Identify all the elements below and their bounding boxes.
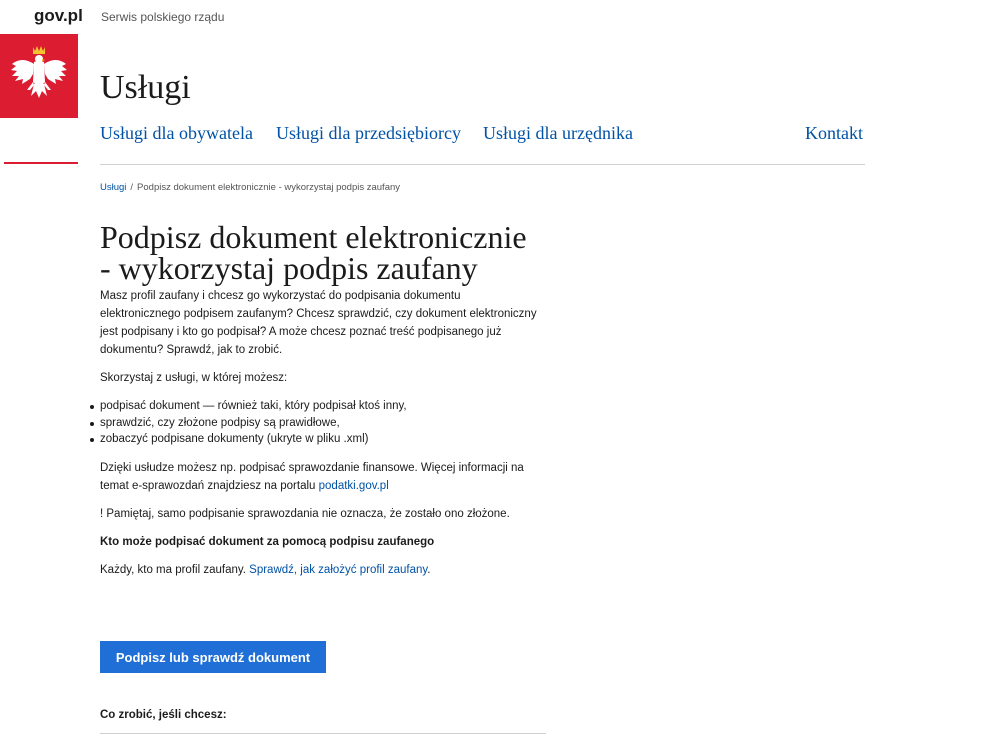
reminder-paragraph: ! Pamiętaj, samo podpisanie sprawozdania… [100,507,510,520]
top-bar: gov.pl Serwis polskiego rządu [0,0,1000,34]
page-title: Podpisz dokument elektronicznie - wykorz… [100,219,527,286]
features-list: podpisać dokument — również taki, który … [90,398,550,448]
site-tagline: Serwis polskiego rządu [101,10,225,24]
who-can-sign-heading: Kto może podpisać dokument za pomocą pod… [100,535,435,548]
nav-divider [100,164,865,165]
how-to-create-profile-link[interactable]: Sprawdź, jak założyć profil zaufany [249,564,427,576]
breadcrumb-link-uslugi[interactable]: Usługi [100,182,126,193]
who-can-sign-paragraph: Każdy, kto ma profil zaufany. Sprawdź, j… [100,561,550,579]
main-navigation: Usługi dla obywatela Usługi dla przedsię… [100,123,865,147]
info-text: Dzięki usłudze możesz np. podpisać spraw… [100,461,524,492]
gov-pl-logo[interactable]: gov.pl [34,6,83,26]
list-item: podpisać dokument — również taki, który … [90,398,550,415]
nav-item-obywatel[interactable]: Usługi dla obywatela [100,123,253,144]
nav-item-urzednik[interactable]: Usługi dla urzędnika [483,123,633,144]
info-paragraph: Dzięki usłudze możesz np. podpisać spraw… [100,459,550,495]
site-title: Usługi [100,69,191,106]
list-item: sprawdzić, czy złożone podpisy są prawid… [90,415,550,432]
sign-or-verify-button[interactable]: Podpisz lub sprawdź dokument [100,641,326,673]
list-item: zobaczyć podpisane dokumenty (ukryte w p… [90,431,550,448]
what-to-do-heading: Co zrobić, jeśli chcesz: [100,709,227,721]
brand-accent-line [4,162,78,164]
breadcrumb-separator: / [130,182,134,193]
podatki-link[interactable]: podatki.gov.pl [319,480,389,492]
nav-item-kontakt[interactable]: Kontakt [805,123,863,144]
section-divider [100,733,546,734]
features-lead: Skorzystaj z usługi, w której możesz: [100,372,288,384]
breadcrumb-current: Podpisz dokument elektronicznie - wykorz… [137,182,401,193]
who-end: . [427,563,431,576]
polish-eagle-emblem-icon[interactable] [0,34,78,118]
intro-paragraph: Masz profil zaufany i chcesz go wykorzys… [100,290,537,356]
nav-item-przedsiebiorca[interactable]: Usługi dla przedsiębiorcy [276,123,461,144]
breadcrumb: Usługi / Podpisz dokument elektronicznie -… [100,182,400,193]
main-content: Podpisz dokument elektronicznie - wykorz… [90,219,550,579]
who-text: Każdy, kto ma profil zaufany. [100,563,246,576]
